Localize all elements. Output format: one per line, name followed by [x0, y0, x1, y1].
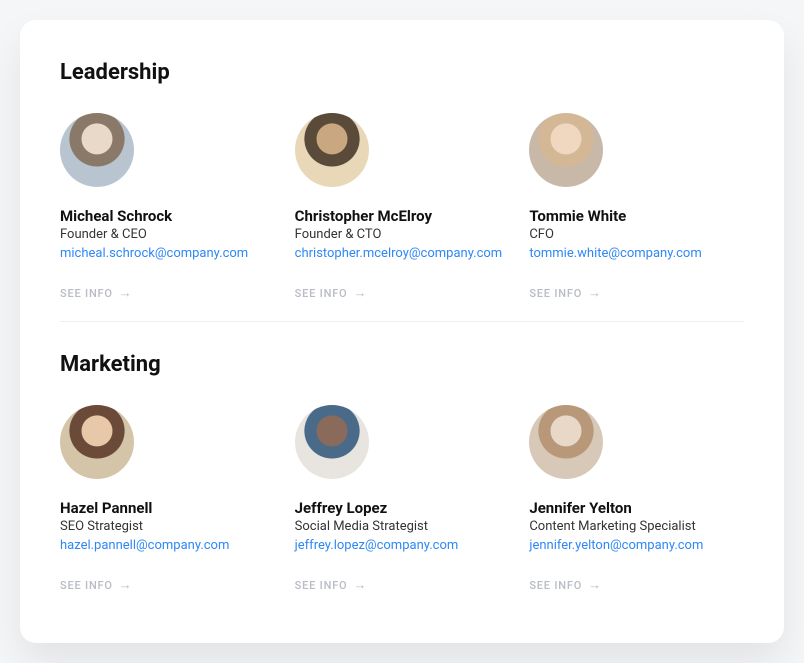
see-info-link[interactable]: SEE INFO →: [60, 285, 133, 301]
member-role: Content Marketing Specialist: [529, 519, 695, 534]
member-name: Hazel Pannell: [60, 499, 152, 517]
member-card: Tommie White CFO tommie.white@company.co…: [529, 113, 744, 301]
see-info-label: SEE INFO: [529, 287, 582, 300]
member-email-link[interactable]: christopher.mcelroy@company.com: [295, 246, 503, 261]
member-card: Jeffrey Lopez Social Media Strategist je…: [295, 405, 510, 593]
arrow-right-icon: →: [353, 577, 367, 593]
member-role: SEO Strategist: [60, 519, 143, 534]
avatar: [295, 113, 369, 187]
member-card: Hazel Pannell SEO Strategist hazel.panne…: [60, 405, 275, 593]
member-role: Founder & CEO: [60, 227, 147, 242]
member-name: Jennifer Yelton: [529, 499, 631, 517]
member-card: Jennifer Yelton Content Marketing Specia…: [529, 405, 744, 593]
avatar: [60, 113, 134, 187]
avatar: [60, 405, 134, 479]
see-info-link[interactable]: SEE INFO →: [295, 577, 368, 593]
member-grid: Hazel Pannell SEO Strategist hazel.panne…: [60, 405, 744, 593]
member-name: Micheal Schrock: [60, 207, 172, 225]
arrow-right-icon: →: [588, 285, 602, 301]
member-name: Tommie White: [529, 207, 626, 225]
arrow-right-icon: →: [588, 577, 602, 593]
see-info-label: SEE INFO: [60, 287, 113, 300]
member-name: Christopher McElroy: [295, 207, 432, 225]
member-card: Christopher McElroy Founder & CTO christ…: [295, 113, 510, 301]
team-card: Leadership Micheal Schrock Founder & CEO…: [20, 20, 784, 643]
avatar: [529, 113, 603, 187]
member-email-link[interactable]: hazel.pannell@company.com: [60, 538, 229, 553]
member-role: Founder & CTO: [295, 227, 382, 242]
member-grid: Micheal Schrock Founder & CEO micheal.sc…: [60, 113, 744, 301]
section-marketing: Marketing Hazel Pannell SEO Strategist h…: [60, 321, 744, 613]
see-info-label: SEE INFO: [295, 579, 348, 592]
member-email-link[interactable]: jeffrey.lopez@company.com: [295, 538, 459, 553]
see-info-link[interactable]: SEE INFO →: [60, 577, 133, 593]
member-role: CFO: [529, 227, 554, 242]
see-info-label: SEE INFO: [295, 287, 348, 300]
arrow-right-icon: →: [353, 285, 367, 301]
member-role: Social Media Strategist: [295, 519, 428, 534]
section-title: Leadership: [60, 60, 744, 85]
member-email-link[interactable]: tommie.white@company.com: [529, 246, 701, 261]
member-card: Micheal Schrock Founder & CEO micheal.sc…: [60, 113, 275, 301]
see-info-label: SEE INFO: [60, 579, 113, 592]
section-leadership: Leadership Micheal Schrock Founder & CEO…: [60, 60, 744, 321]
see-info-link[interactable]: SEE INFO →: [529, 285, 602, 301]
member-email-link[interactable]: micheal.schrock@company.com: [60, 246, 248, 261]
see-info-link[interactable]: SEE INFO →: [295, 285, 368, 301]
avatar: [295, 405, 369, 479]
arrow-right-icon: →: [119, 577, 133, 593]
avatar: [529, 405, 603, 479]
section-title: Marketing: [60, 352, 744, 377]
see-info-link[interactable]: SEE INFO →: [529, 577, 602, 593]
member-email-link[interactable]: jennifer.yelton@company.com: [529, 538, 703, 553]
see-info-label: SEE INFO: [529, 579, 582, 592]
member-name: Jeffrey Lopez: [295, 499, 388, 517]
arrow-right-icon: →: [119, 285, 133, 301]
